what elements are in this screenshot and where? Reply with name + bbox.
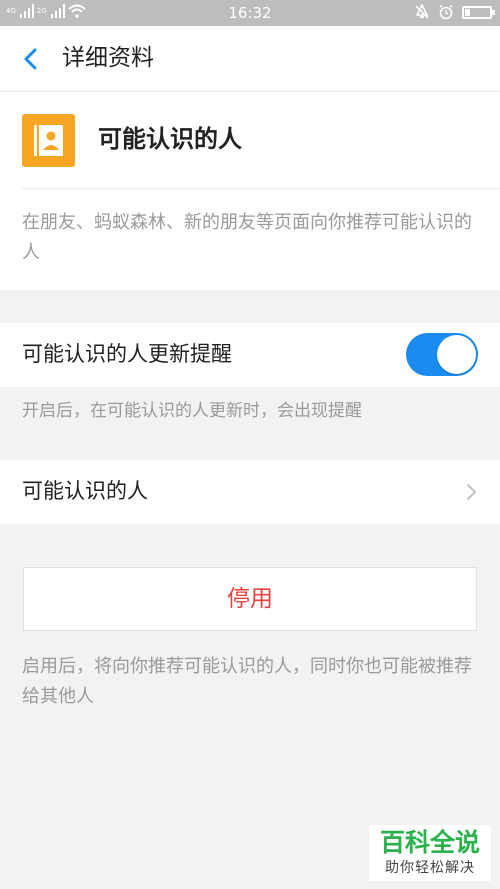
app-description: 在朋友、蚂蚁森林、新的朋友等页面向你推荐可能认识的人 [22, 212, 472, 263]
disable-button[interactable]: 停用 [23, 567, 477, 631]
disable-description: 启用后，将向你推荐可能认识的人，同时你也可能被推荐给其他人 [22, 656, 472, 707]
update-reminder-toggle[interactable] [406, 333, 478, 376]
status-bar: 4G 2G 16:32 [0, 0, 500, 26]
battery-icon [462, 5, 495, 19]
status-icons [414, 4, 495, 20]
chevron-left-icon [24, 48, 37, 70]
watermark-subtitle: 助你轻松解决 [385, 860, 475, 876]
divider [22, 188, 500, 189]
back-button[interactable] [16, 43, 48, 75]
people-entry-label: 可能认识的人 [22, 479, 148, 503]
alarm-icon [439, 4, 453, 20]
watermark-logo: 百科全说 助你轻松解决 [369, 825, 491, 881]
chevron-right-icon [467, 484, 476, 500]
notification-bell-icon [415, 4, 429, 19]
page-title: 详细资料 [62, 45, 154, 71]
nav-header: 详细资料 [0, 26, 500, 92]
update-reminder-row: 可能认识的人更新提醒 [0, 323, 500, 387]
app-info-card: 可能认识的人 在朋友、蚂蚁森林、新的朋友等页面向你推荐可能认识的人 [0, 92, 500, 290]
update-reminder-label: 可能认识的人更新提醒 [22, 342, 232, 366]
toggle-knob [437, 335, 476, 374]
watermark-title: 百科全说 [379, 828, 480, 857]
app-name: 可能认识的人 [98, 125, 242, 153]
contacts-book-icon [22, 114, 75, 167]
people-entry-row[interactable]: 可能认识的人 [0, 460, 500, 524]
update-reminder-hint: 开启后，在可能认识的人更新时，会出现提醒 [22, 401, 362, 421]
